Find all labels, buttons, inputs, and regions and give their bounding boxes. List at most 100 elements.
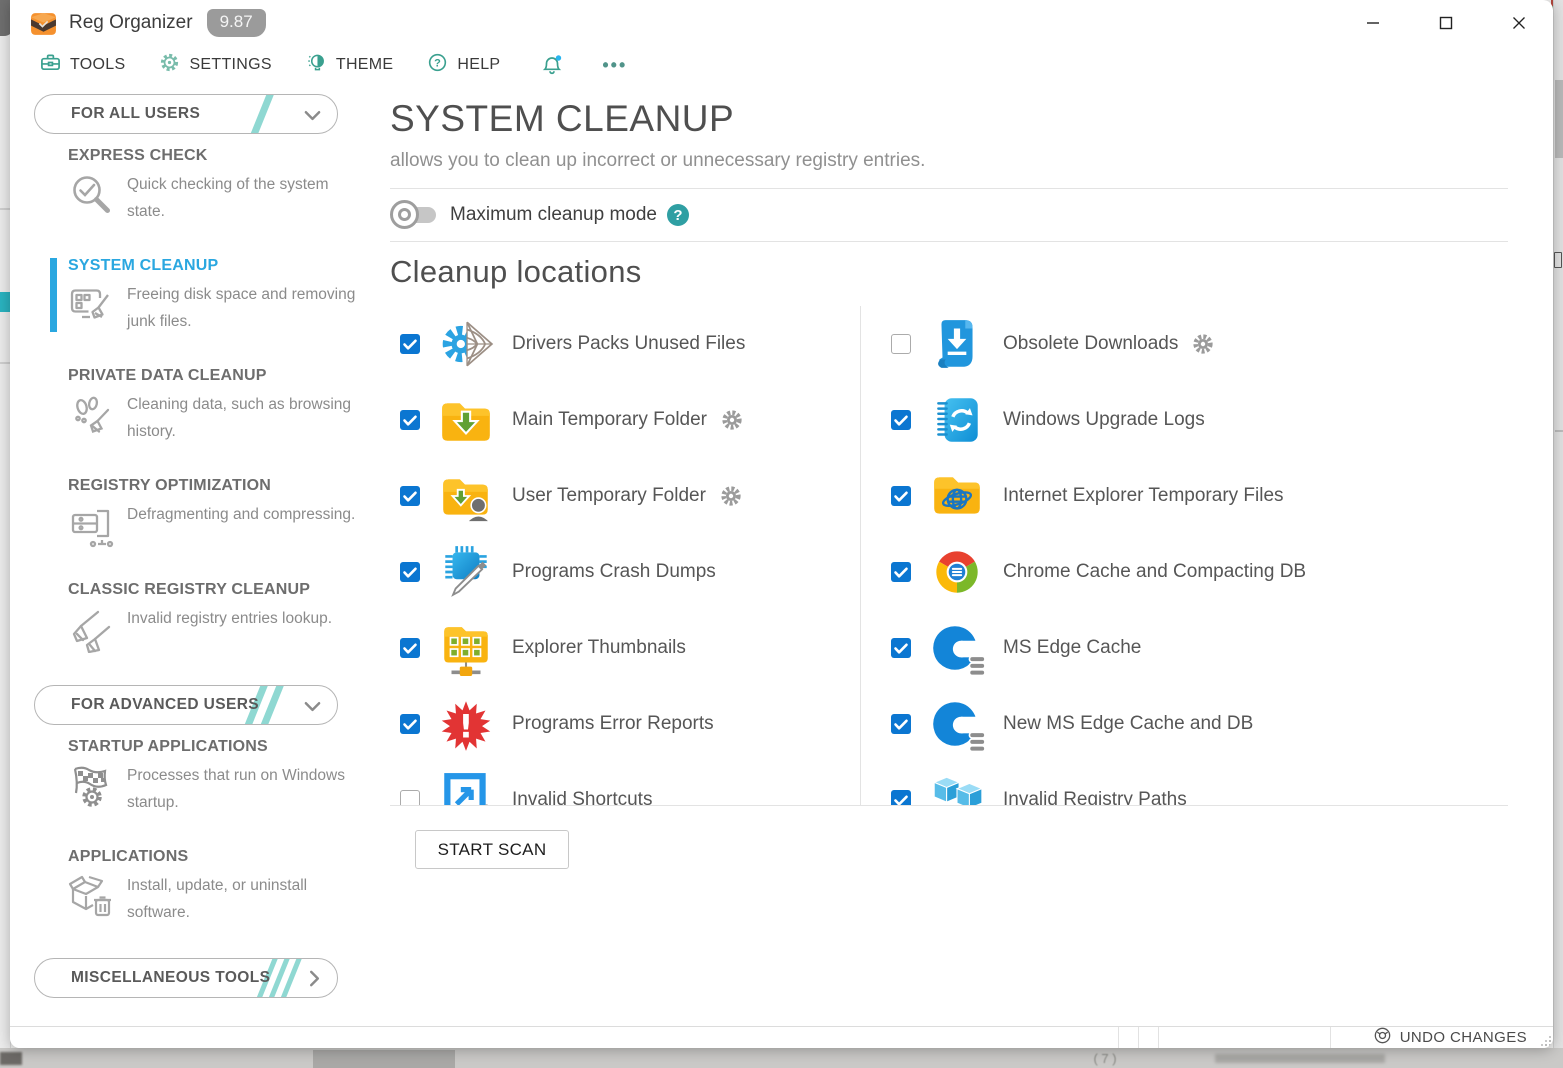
- folder-user-icon: [436, 466, 496, 526]
- cleanup-item-label: Obsolete Downloads: [1003, 333, 1178, 355]
- column-divider: [860, 306, 861, 805]
- cleanup-item-checkbox[interactable]: [400, 334, 420, 354]
- cleanup-item-checkbox[interactable]: [891, 334, 911, 354]
- sidebar-item-title: APPLICATIONS: [68, 848, 378, 866]
- version-badge: 9.87: [207, 9, 266, 37]
- group-miscellaneous-tools[interactable]: MISCELLANEOUS TOOLS: [34, 958, 338, 998]
- cleanup-item-checkbox[interactable]: [891, 486, 911, 506]
- background-window-right-edge: [1553, 0, 1563, 1048]
- error-burst-icon: !: [436, 694, 496, 754]
- cleanup-item-checkbox[interactable]: [400, 486, 420, 506]
- sidebar: FOR ALL USERS EXPRESS CHECK Quick checki…: [10, 94, 378, 1026]
- edge-icon: [927, 618, 987, 678]
- cleanup-item-checkbox[interactable]: [400, 410, 420, 430]
- resize-grip[interactable]: [1541, 1036, 1551, 1046]
- cleanup-item-settings-gear-icon[interactable]: [1192, 333, 1214, 355]
- app-logo-icon: [30, 10, 57, 37]
- settings-menu[interactable]: SETTINGS: [159, 52, 271, 78]
- cleanup-item-row: Programs Crash Dumps: [400, 534, 850, 610]
- cleanup-item-checkbox[interactable]: [891, 410, 911, 430]
- start-scan-button[interactable]: START SCAN: [415, 830, 569, 869]
- divider: [390, 241, 1508, 242]
- chevron-down-icon: [304, 109, 321, 127]
- cleanup-item-row: New MS Edge Cache and DB: [891, 686, 1508, 762]
- page-subtitle: allows you to clean up incorrect or unne…: [390, 150, 1508, 172]
- undo-rings-icon: [1373, 1026, 1392, 1049]
- group-for-all-users[interactable]: FOR ALL USERS: [34, 94, 338, 134]
- sidebar-item-title: REGISTRY OPTIMIZATION: [68, 477, 378, 495]
- folder-thumbnails-icon: [436, 618, 496, 678]
- cleanup-item-settings-gear-icon[interactable]: [721, 409, 743, 431]
- group-for-advanced-users[interactable]: FOR ADVANCED USERS: [34, 685, 338, 725]
- theme-menu[interactable]: THEME: [306, 52, 394, 78]
- footprints-broom-icon: [68, 393, 114, 439]
- sidebar-item-description: Install, update, or uninstall software.: [127, 872, 359, 926]
- chevron-right-icon: [309, 970, 321, 992]
- download-scroll-icon: [927, 314, 987, 374]
- sidebar-item-description: Defragmenting and compressing.: [127, 501, 359, 549]
- cleanup-item-row: Explorer Thumbnails: [400, 610, 850, 686]
- cleanup-item-row: Main Temporary Folder: [400, 382, 850, 458]
- close-button[interactable]: [1509, 14, 1529, 32]
- cleanup-item-label: Internet Explorer Temporary Files: [1003, 485, 1284, 507]
- sidebar-nav-item[interactable]: EXPRESS CHECK Quick checking of the syst…: [10, 147, 378, 225]
- sidebar-nav-item[interactable]: REGISTRY OPTIMIZATION Defragmenting and …: [10, 477, 378, 549]
- folder-download-icon: [436, 390, 496, 450]
- cleanup-item-checkbox[interactable]: [400, 562, 420, 582]
- edge-icon: [927, 694, 987, 754]
- cleanup-item-checkbox[interactable]: [891, 562, 911, 582]
- magnifier-check-icon: [68, 173, 114, 219]
- svg-text:!: !: [459, 707, 474, 745]
- tools-menu[interactable]: TOOLS: [40, 52, 125, 78]
- sidebar-item-description: Quick checking of the system state.: [127, 171, 359, 225]
- sidebar-nav-item[interactable]: SYSTEM CLEANUP Freeing disk space and re…: [10, 257, 378, 335]
- crossed-brooms-icon: [68, 607, 114, 653]
- cleanup-item-row: Invalid Shortcuts: [400, 762, 850, 806]
- maximum-cleanup-toggle[interactable]: [390, 200, 438, 230]
- cleanup-item-label: Programs Crash Dumps: [512, 561, 716, 583]
- sidebar-item-description: Freeing disk space and removing junk fil…: [127, 281, 359, 335]
- cleanup-item-checkbox[interactable]: [400, 638, 420, 658]
- group-items-all-users: EXPRESS CHECK Quick checking of the syst…: [10, 147, 378, 653]
- chip-pencil-icon: [436, 542, 496, 602]
- cleanup-item-row: Internet Explorer Temporary Files: [891, 458, 1508, 534]
- cleanup-item-settings-gear-icon[interactable]: [720, 485, 742, 507]
- sidebar-item-title: PRIVATE DATA CLEANUP: [68, 367, 378, 385]
- cleanup-column-right: Obsolete Downloads Windows Upgrade Logs …: [891, 306, 1508, 806]
- sidebar-nav-item[interactable]: STARTUP APPLICATIONS Processes that run …: [10, 738, 378, 816]
- sidebar-item-title: STARTUP APPLICATIONS: [68, 738, 378, 756]
- registry-cubes-icon: [927, 770, 987, 806]
- cleanup-item-label: User Temporary Folder: [512, 485, 706, 507]
- statusbar: UNDO CHANGES: [10, 1026, 1553, 1048]
- sidebar-nav-item[interactable]: PRIVATE DATA CLEANUP Cleaning data, such…: [10, 367, 378, 445]
- cleanup-item-label: MS Edge Cache: [1003, 637, 1141, 659]
- undo-changes-button[interactable]: UNDO CHANGES: [1373, 1027, 1527, 1048]
- sidebar-nav-item[interactable]: APPLICATIONS Install, update, or uninsta…: [10, 848, 378, 926]
- cleanup-item-checkbox[interactable]: [891, 714, 911, 734]
- main-content: SYSTEM CLEANUP allows you to clean up in…: [390, 0, 1508, 1026]
- sidebar-nav-item[interactable]: CLASSIC REGISTRY CLEANUP Invalid registr…: [10, 581, 378, 653]
- section-title: Cleanup locations: [390, 254, 1508, 290]
- cleanup-item-checkbox[interactable]: [891, 790, 911, 806]
- cleanup-item-row: MS Edge Cache: [891, 610, 1508, 686]
- sidebar-item-title: SYSTEM CLEANUP: [68, 257, 378, 275]
- sidebar-item-description: Invalid registry entries lookup.: [127, 605, 359, 653]
- chevron-down-icon: [304, 700, 321, 718]
- registry-compress-icon: [68, 503, 114, 549]
- box-trash-icon: [68, 874, 114, 920]
- cleanup-item-label: Explorer Thumbnails: [512, 637, 686, 659]
- help-circle-icon[interactable]: ?: [667, 204, 689, 226]
- sync-log-icon: [927, 390, 987, 450]
- sidebar-item-title: CLASSIC REGISTRY CLEANUP: [68, 581, 378, 599]
- cleanup-item-checkbox[interactable]: [400, 790, 420, 806]
- screen: ( 7 ) Reg Organizer 9.87: [0, 0, 1563, 1068]
- cleanup-item-checkbox[interactable]: [400, 714, 420, 734]
- cleanup-item-label: New MS Edge Cache and DB: [1003, 713, 1253, 735]
- page-title: SYSTEM CLEANUP: [390, 98, 1508, 140]
- cleanup-item-row: Drivers Packs Unused Files: [400, 306, 850, 382]
- monitor-broom-icon: [68, 283, 114, 329]
- cleanup-item-label: Invalid Shortcuts: [512, 789, 652, 806]
- cleanup-locations-list: Drivers Packs Unused Files Main Temporar…: [390, 306, 1508, 806]
- cleanup-item-label: Windows Upgrade Logs: [1003, 409, 1205, 431]
- cleanup-item-checkbox[interactable]: [891, 638, 911, 658]
